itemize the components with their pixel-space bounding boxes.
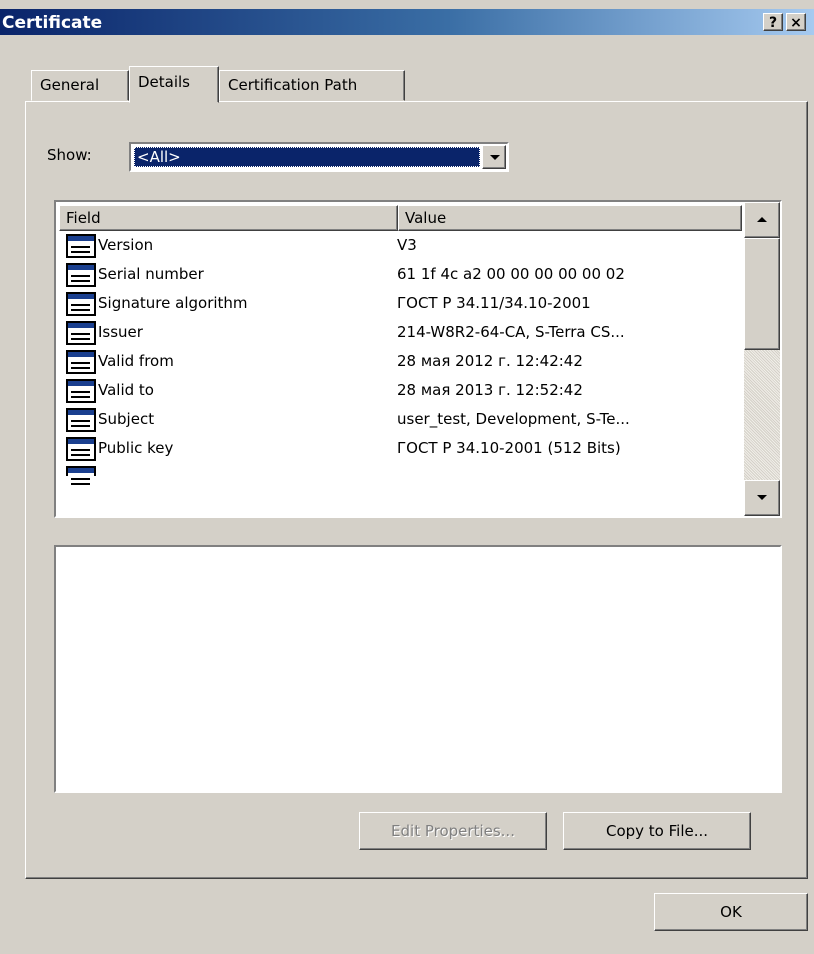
- ok-button[interactable]: OK: [654, 893, 808, 931]
- tab-general[interactable]: General: [31, 70, 129, 101]
- field-name: Valid to: [98, 381, 154, 399]
- title-bar[interactable]: Certificate ? ×: [0, 9, 814, 35]
- field-name: Subject: [98, 410, 155, 428]
- field-value: 214-W8R2-64-CA, S-Terra CS...: [397, 323, 625, 341]
- field-name: Signature algorithm: [98, 294, 248, 312]
- field-value: user_test, Development, S-Te...: [397, 410, 630, 428]
- field-name: Serial number: [98, 265, 204, 283]
- column-header-value[interactable]: Value: [398, 205, 742, 231]
- show-selected-value: <All>: [134, 147, 480, 167]
- certificate-field-icon: [66, 379, 96, 403]
- certificate-field-icon: [66, 350, 96, 374]
- help-button[interactable]: ?: [763, 13, 783, 31]
- list-item[interactable]: Valid from 28 мая 2012 г. 12:42:42: [56, 347, 742, 376]
- list-item[interactable]: Public key ГОСТ Р 34.10-2001 (512 Bits): [56, 434, 742, 463]
- fields-list[interactable]: Field Value Version V3 Serial number 61 …: [54, 200, 782, 518]
- close-button[interactable]: ×: [786, 13, 806, 31]
- arrow-up-icon: [757, 217, 767, 222]
- scroll-thumb[interactable]: [744, 238, 780, 350]
- certificate-field-icon: [66, 263, 96, 287]
- list-item[interactable]: Subject user_test, Development, S-Te...: [56, 405, 742, 434]
- arrow-down-icon: [757, 495, 767, 500]
- field-value: ГОСТ Р 34.10-2001 (512 Bits): [397, 439, 621, 457]
- certificate-field-icon: [66, 234, 96, 258]
- field-name: Public key: [98, 439, 174, 457]
- certificate-field-icon: [66, 437, 96, 461]
- field-value: 61 1f 4c a2 00 00 00 00 00 02: [397, 265, 625, 283]
- list-item[interactable]: Signature algorithm ГОСТ Р 34.11/34.10-2…: [56, 289, 742, 318]
- certificate-field-icon: [66, 292, 96, 316]
- tab-certification-path[interactable]: Certification Path: [219, 70, 405, 101]
- field-value: ГОСТ Р 34.11/34.10-2001: [397, 294, 591, 312]
- certificate-field-icon: [66, 321, 96, 345]
- field-name: Issuer: [98, 323, 143, 341]
- field-detail-textbox[interactable]: [54, 545, 782, 793]
- certificate-field-icon: [66, 408, 96, 432]
- list-item[interactable]: Serial number 61 1f 4c a2 00 00 00 00 00…: [56, 260, 742, 289]
- field-value: 28 мая 2012 г. 12:42:42: [397, 352, 583, 370]
- list-item-partial[interactable]: [56, 463, 742, 516]
- edit-properties-button[interactable]: Edit Properties...: [359, 812, 547, 850]
- show-label: Show:: [47, 146, 92, 164]
- field-name: Version: [98, 236, 154, 254]
- certificate-dialog: Certificate ? × General Details Certific…: [0, 0, 814, 954]
- scroll-down-button[interactable]: [744, 480, 780, 516]
- certificate-field-icon: [66, 466, 96, 480]
- column-header-field[interactable]: Field: [59, 205, 398, 231]
- list-scrollbar[interactable]: [744, 202, 780, 516]
- window-title: Certificate: [2, 13, 103, 33]
- show-dropdown[interactable]: <All>: [129, 142, 509, 172]
- list-item[interactable]: Version V3: [56, 231, 742, 260]
- field-name: Valid from: [98, 352, 174, 370]
- dropdown-button[interactable]: [482, 145, 506, 169]
- list-item[interactable]: Issuer 214-W8R2-64-CA, S-Terra CS...: [56, 318, 742, 347]
- tab-details[interactable]: Details: [129, 66, 219, 103]
- chevron-down-icon: [490, 155, 500, 160]
- list-item[interactable]: Valid to 28 мая 2013 г. 12:52:42: [56, 376, 742, 405]
- copy-to-file-button[interactable]: Copy to File...: [563, 812, 751, 850]
- field-value: V3: [397, 236, 417, 254]
- field-value: 28 мая 2013 г. 12:52:42: [397, 381, 583, 399]
- scroll-up-button[interactable]: [744, 202, 780, 238]
